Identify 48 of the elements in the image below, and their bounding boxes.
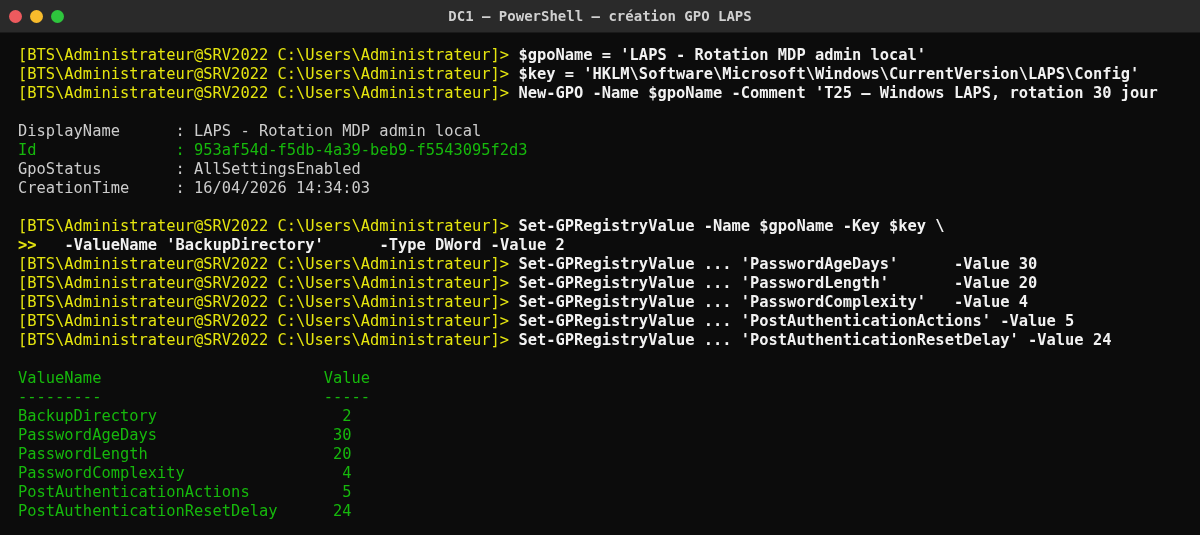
command-text: Set-GPRegistryValue ... 'PostAuthenticationActions' -Value 5 <box>518 312 1075 331</box>
prompt-text: [BTS\Administrateur@SRV2022 C:\Users\Administrateur]> <box>18 65 510 84</box>
table-cell-text: PostAuthenticationActions <box>18 483 251 502</box>
zoom-icon[interactable] <box>51 9 64 23</box>
table-cell-text: PasswordComplexity <box>18 464 186 483</box>
table-cell-text: 30 <box>332 426 352 445</box>
prompt-text: [BTS\Administrateur@SRV2022 C:\Users\Administrateur]> <box>18 274 510 293</box>
command-text: -ValueName 'BackupDirectory' -Type DWord -Value 2 <box>63 236 565 255</box>
close-icon[interactable] <box>9 9 22 23</box>
command-text: $gpoName = 'LAPS - Rotation MDP admin local' <box>518 46 927 65</box>
table-cell-text: 4 <box>341 464 352 483</box>
prompt-text: [BTS\Administrateur@SRV2022 C:\Users\Administrateur]> <box>18 255 510 274</box>
prompt-text: [BTS\Administrateur@SRV2022 C:\Users\Administrateur]> <box>18 46 510 65</box>
prompt-text: >> <box>18 236 37 255</box>
property-value: : AllSettingsEnabled <box>175 160 361 179</box>
command-text: Set-GPRegistryValue ... 'PasswordLength' -Value 20 <box>518 274 1038 293</box>
property-value: : LAPS - Rotation MDP admin local <box>175 122 482 141</box>
window-title: DC1 — PowerShell — création GPO LAPS <box>448 8 752 24</box>
command-text: Set-GPRegistryValue ... 'PasswordComplexity' -Value 4 <box>518 293 1029 312</box>
property-name: DisplayName <box>18 122 121 141</box>
table-cell-text: 20 <box>332 445 352 464</box>
table-cell-text: PasswordLength <box>18 445 149 464</box>
table-cell-text: 2 <box>341 407 352 426</box>
header-underline: ----- <box>323 388 371 407</box>
prompt-text: [BTS\Administrateur@SRV2022 C:\Users\Administrateur]> <box>18 293 510 312</box>
prompt-text: [BTS\Administrateur@SRV2022 C:\Users\Administrateur]> <box>18 312 510 331</box>
property-name: CreationTime <box>18 179 131 198</box>
command-text: Set-GPRegistryValue ... 'PostAuthenticationResetDelay' -Value 24 <box>518 331 1112 350</box>
prompt-text: [BTS\Administrateur@SRV2022 C:\Users\Administrateur]> <box>18 331 510 350</box>
command-text: Set-GPRegistryValue ... 'PasswordAgeDays' -Value 30 <box>518 255 1038 274</box>
prompt-text: [BTS\Administrateur@SRV2022 C:\Users\Administrateur]> <box>18 84 510 103</box>
property-name: GpoStatus <box>18 160 103 179</box>
prompt-text: [BTS\Administrateur@SRV2022 C:\Users\Administrateur]> <box>18 217 510 236</box>
table-cell-text: 24 <box>332 502 352 521</box>
command-text: $key = 'HKLM\Software\Microsoft\Windows\CurrentVersion\LAPS\Config' <box>518 65 1140 84</box>
property-value: : 16/04/2026 14:34:03 <box>175 179 371 198</box>
header-underline: --------- <box>18 388 103 407</box>
command-text: Set-GPRegistryValue -Name $gpoName -Key $key \ <box>518 217 945 236</box>
table-cell-text: PasswordAgeDays <box>18 426 158 445</box>
property-name: Id <box>18 141 38 160</box>
column-header: ValueName <box>18 369 103 388</box>
table-cell-text: 5 <box>341 483 352 502</box>
command-text: New-GPO -Name $gpoName -Comment 'T25 — Windows LAPS, rotation 30 jour <box>518 84 1158 103</box>
property-value: : 953af54d-f5db-4a39-beb9-f5543095f2d3 <box>175 141 528 160</box>
table-cell-text: PostAuthenticationResetDelay <box>18 502 279 521</box>
table-cell-text: BackupDirectory <box>18 407 158 426</box>
minimize-icon[interactable] <box>30 9 43 23</box>
column-header: Value <box>323 369 371 388</box>
